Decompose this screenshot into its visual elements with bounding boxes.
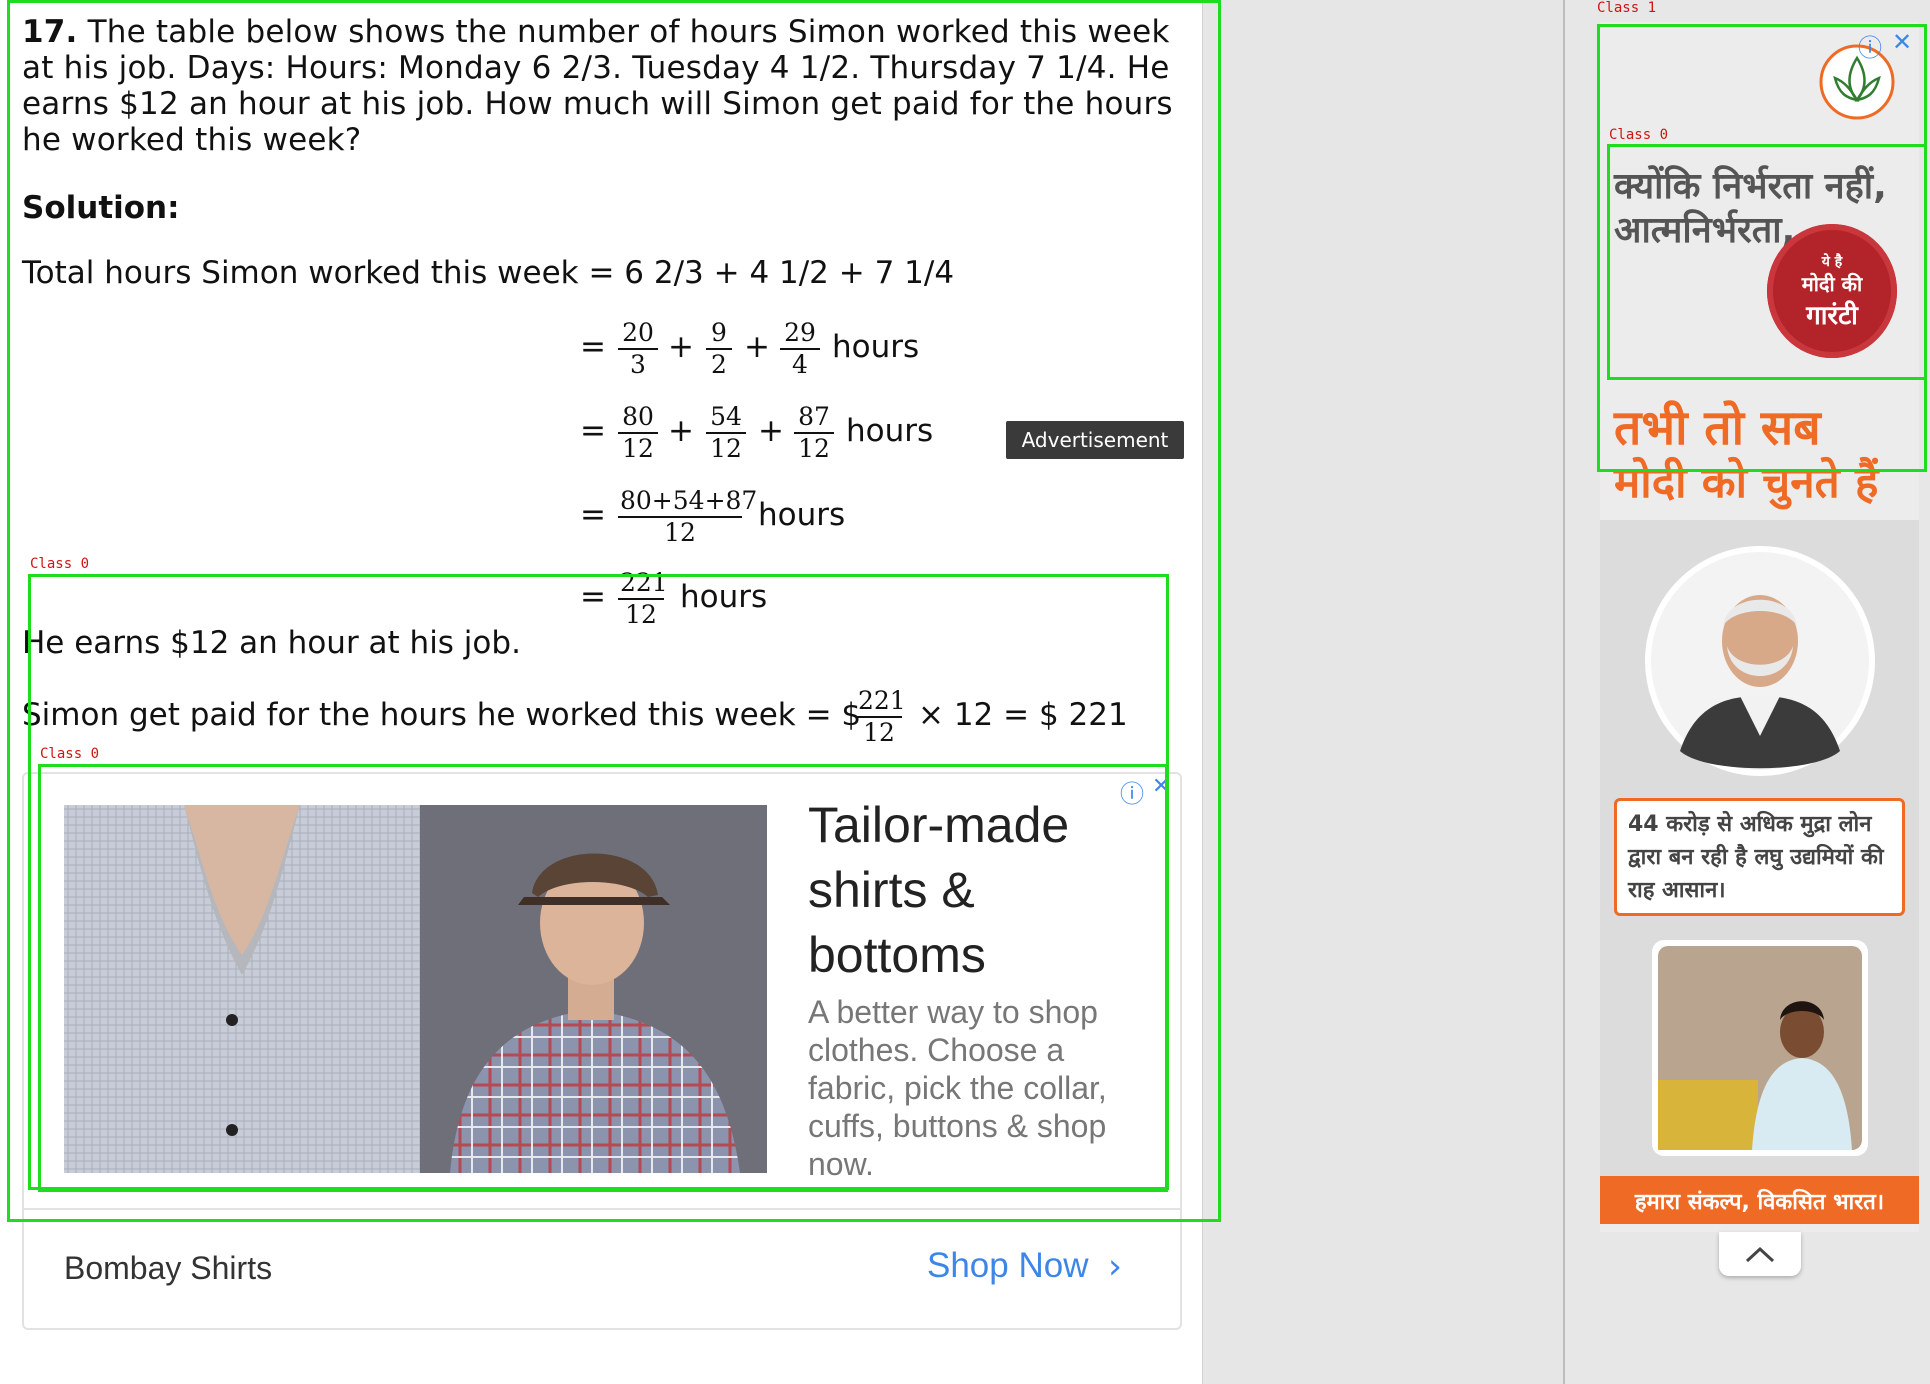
collapse-ad-button[interactable] xyxy=(1719,1232,1801,1276)
detection-label: Class 0 xyxy=(40,746,100,762)
chevron-up-icon xyxy=(1745,1246,1775,1263)
detection-label: Class 0 xyxy=(1609,127,1669,143)
detection-box xyxy=(38,764,1168,1192)
detection-label: Class 1 xyxy=(1597,0,1657,16)
shop-now-button[interactable]: Shop Now xyxy=(927,1246,1088,1286)
side-ad-footer-text: हमारा संकल्प, विकसित भारत। xyxy=(1634,1190,1885,1215)
woman-entrepreneur-image xyxy=(1652,940,1868,1156)
page-gutter xyxy=(1203,0,1563,1384)
detection-box xyxy=(1607,144,1927,380)
loan-info-text: 44 करोड़ से अधिक मुद्रा लोन द्वारा बन रह… xyxy=(1628,812,1884,903)
detection-label: Class 0 xyxy=(30,556,90,572)
advertiser-name[interactable]: Bombay Shirts xyxy=(64,1250,272,1287)
leader-portrait-image xyxy=(1645,546,1875,776)
chevron-right-icon[interactable]: › xyxy=(1108,1247,1122,1287)
